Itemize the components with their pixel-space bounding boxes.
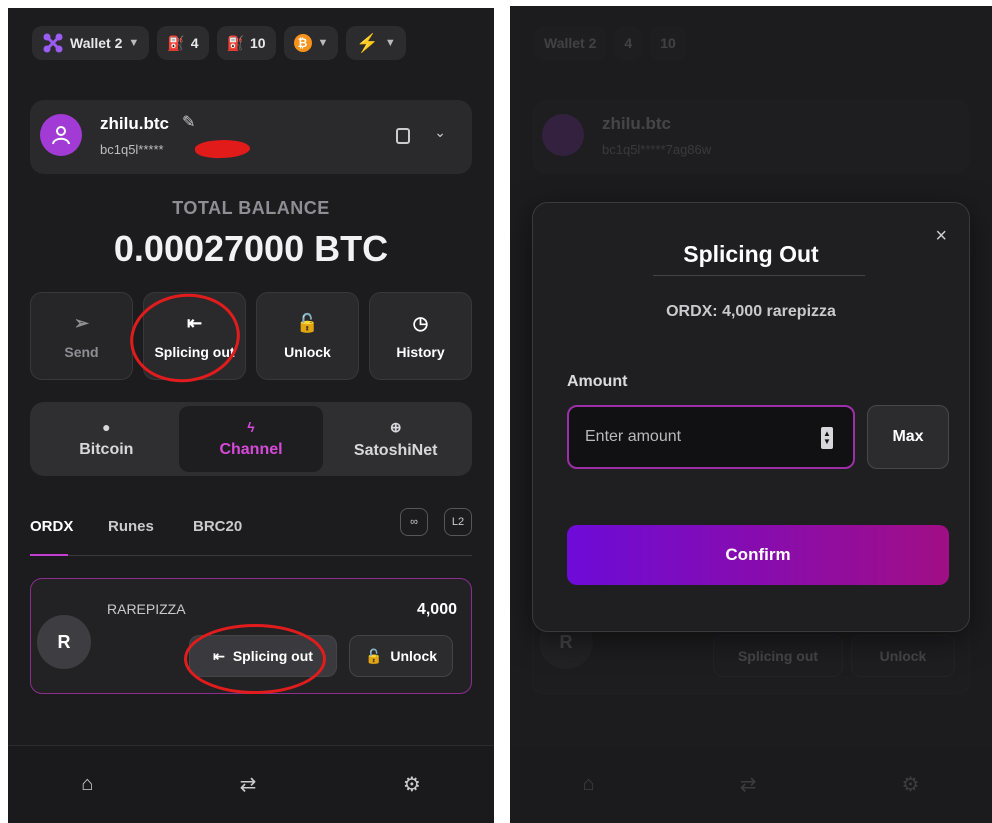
fuel-chip-b[interactable]: ⛽ 10 — [216, 26, 276, 60]
chevron-down-icon: ▼ — [384, 37, 396, 49]
history-icon: ◷ — [412, 312, 429, 333]
redaction-scribble — [194, 138, 251, 160]
balance-label: TOTAL BALANCE — [172, 198, 330, 218]
token-summary: ORDX: 4,000 rarepizza — [666, 303, 836, 320]
settings-icon: ⚙ — [901, 774, 920, 796]
tab-satoshinet[interactable]: ⊕ SatoshiNet — [323, 406, 468, 472]
amount-label: Amount — [567, 373, 628, 390]
account-name: zhilu.btc — [602, 114, 671, 133]
annotation-ring — [184, 624, 326, 694]
asset-splicing-out-label: Splicing out — [737, 648, 819, 664]
bitcoin-icon: ● — [102, 419, 111, 435]
wallet-selector[interactable]: Wallet 2 ▼ — [32, 26, 150, 60]
fuel-chip-a: 4 — [614, 26, 643, 60]
fuel-icon: ⛽ — [167, 34, 185, 51]
asset-name: RAREPIZZA — [107, 601, 186, 617]
tab-ordx[interactable]: ORDX — [30, 518, 73, 535]
account-name: zhilu.btc — [100, 114, 169, 133]
fuel-chip-b: 10 — [650, 26, 686, 60]
home-icon: ⌂ — [582, 773, 595, 795]
unlock-button[interactable]: 🔓 Unlock — [256, 292, 359, 380]
balance-value: 0.00027000 BTC — [113, 228, 389, 269]
copy-icon[interactable] — [396, 128, 410, 144]
chevron-down-icon[interactable]: ⌄ — [434, 124, 446, 141]
fuel-count-b: 10 — [249, 35, 266, 51]
network-selector[interactable]: ⚡ ▼ — [346, 26, 406, 60]
chain-selector[interactable]: ₿ ▼ — [283, 26, 339, 60]
unlock-label: Unlock — [284, 343, 331, 360]
amount-placeholder: Enter amount — [585, 428, 682, 445]
account-card: zhilu.btc bc1q5l*****7ag86w — [532, 100, 970, 174]
asset-amount: 4,000 — [416, 601, 457, 618]
network-tabs: ● Bitcoin ϟ Channel ⊕ SatoshiNet — [30, 402, 472, 476]
account-address: bc1q5l*****7ag86w — [602, 142, 712, 157]
home-icon[interactable]: ⌂ — [81, 773, 93, 796]
edit-icon[interactable]: ✎ — [182, 112, 195, 132]
asset-unlock-label: Unlock — [879, 648, 927, 664]
wallet-logo-icon — [43, 33, 63, 53]
tab-bitcoin[interactable]: ● Bitcoin — [34, 406, 179, 472]
tab-brc20[interactable]: BRC20 — [193, 518, 242, 535]
asset-tabs: ORDX Runes BRC20 ∞ L2 — [30, 508, 472, 556]
wallet-selector: Wallet 2 — [534, 26, 607, 60]
settings-icon[interactable]: ⚙ — [403, 772, 421, 797]
bolt-icon: ⚡ — [356, 32, 379, 53]
tab-channel[interactable]: ϟ Channel — [178, 406, 324, 472]
send-icon: ➢ — [73, 312, 90, 333]
unlock-icon: 🔓 — [364, 647, 383, 664]
swap-icon: ⇄ — [739, 774, 757, 796]
fuel-icon: ⛽ — [226, 34, 244, 51]
fuel-count-b: 10 — [660, 35, 676, 51]
unlock-icon: 🔓 — [296, 312, 319, 333]
splicing-out-modal: × Splicing Out ORDX: 4,000 rarepizza Amo… — [532, 202, 970, 632]
account-address: bc1q5l***** — [100, 142, 164, 157]
user-icon — [52, 126, 70, 145]
history-button[interactable]: ◷ History — [369, 292, 472, 380]
tab-bitcoin-label: Bitcoin — [79, 441, 134, 458]
title-divider — [653, 275, 865, 276]
stepper-icon[interactable]: ▲ ▼ — [821, 427, 833, 449]
asset-unlock-button: Unlock — [851, 635, 955, 677]
bottom-nav: ⌂ ⇄ ⚙ — [8, 745, 494, 823]
asset-unlock-label: Unlock — [390, 648, 438, 664]
amount-input[interactable]: Enter amount ▲ ▼ — [567, 405, 855, 469]
max-button[interactable]: Max — [867, 405, 949, 469]
wallet-name: Wallet 2 — [70, 35, 123, 51]
chevron-down-icon: ▼ — [317, 37, 329, 49]
tab-channel-label: Channel — [219, 441, 283, 458]
link-icon[interactable]: ∞ — [400, 508, 428, 536]
confirm-button[interactable]: Confirm — [567, 525, 949, 585]
send-button[interactable]: ➢ Send — [30, 292, 133, 380]
globe-icon: ⊕ — [389, 418, 402, 435]
bottom-nav: ⌂ ⇄ ⚙ — [510, 745, 992, 823]
asset-avatar: R — [37, 615, 91, 669]
modal-title: Splicing Out — [683, 241, 819, 267]
history-label: History — [396, 343, 445, 360]
splicing-out-screen: Wallet 2 4 10 zhilu.btc bc1q5l*****7ag86… — [510, 6, 992, 823]
asset-splicing-out-button: Splicing out — [713, 635, 843, 677]
wallet-name: Wallet 2 — [544, 35, 597, 51]
fuel-count-a: 4 — [624, 35, 633, 51]
tab-runes[interactable]: Runes — [108, 518, 154, 535]
l2-button[interactable]: L2 — [444, 508, 472, 536]
wallet-screen: Wallet 2 ▼ ⛽ 4 ⛽ 10 ₿ ▼ ⚡ ▼ zhilu.btc ✎ — [8, 8, 494, 823]
asset-unlock-button[interactable]: 🔓 Unlock — [349, 635, 453, 677]
chevron-down-icon: ▼ — [128, 37, 140, 49]
tab-satoshinet-label: SatoshiNet — [353, 441, 438, 459]
active-tab-indicator — [30, 554, 68, 556]
account-card: zhilu.btc ✎ bc1q5l***** ⌄ — [30, 100, 472, 174]
fuel-count-a: 4 — [190, 35, 199, 51]
bitcoin-icon: ₿ — [293, 34, 312, 52]
fuel-chip-a[interactable]: ⛽ 4 — [157, 26, 209, 60]
top-bar: Wallet 2 4 10 — [534, 26, 974, 60]
swap-icon[interactable]: ⇄ — [240, 772, 257, 797]
send-label: Send — [64, 343, 99, 360]
top-bar: Wallet 2 ▼ ⛽ 4 ⛽ 10 ₿ ▼ ⚡ ▼ — [32, 26, 476, 60]
action-row: ➢ Send ⇤ Splicing out 🔓 Unlock ◷ History — [30, 292, 472, 380]
avatar — [542, 114, 584, 156]
bolt-icon: ϟ — [247, 419, 255, 435]
avatar[interactable] — [40, 114, 82, 156]
